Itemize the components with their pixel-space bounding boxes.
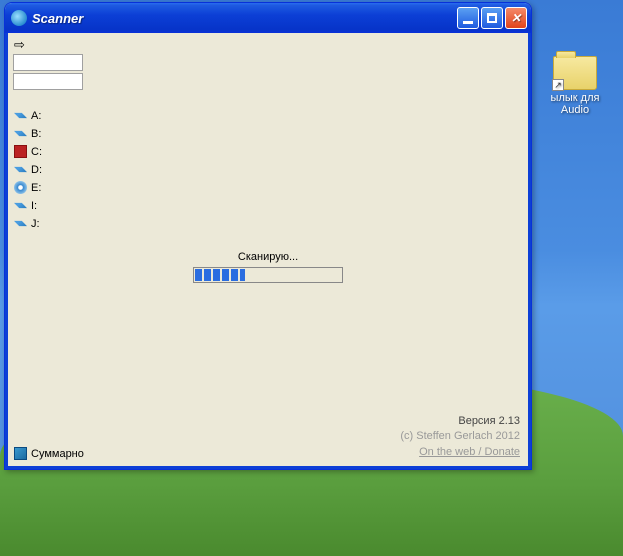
summary-toggle[interactable]: Суммарно [14,447,84,460]
drive-label: J: [31,218,40,230]
drive-label: C: [31,146,42,158]
shortcut-arrow-icon: ↗ [552,79,564,91]
drive-item[interactable]: B: [14,127,42,140]
minimize-icon [463,21,473,24]
close-icon: ✕ [511,11,521,25]
drive-label: E: [31,182,41,194]
cd-icon [14,181,27,194]
drive-item[interactable]: D: [14,163,42,176]
drive-label: B: [31,128,41,140]
drive-label: D: [31,164,42,176]
drive-list: A: B: C: D: E: I: J: [14,109,42,230]
drive-item[interactable]: J: [14,217,42,230]
drive-item[interactable]: E: [14,181,42,194]
summary-label: Суммарно [31,448,84,460]
drive-label: I: [31,200,37,212]
drive-item[interactable]: I: [14,199,42,212]
path-field-2[interactable] [13,73,83,90]
maximize-button[interactable] [481,7,503,29]
remov-icon [14,199,27,212]
version-label: Версия 2.13 [400,414,520,429]
remov-icon [14,109,27,122]
scanner-window: Scanner ✕ ⇨ A: B: C: D: E: I: J: Сканирую... С… [4,2,532,470]
progress-fill [195,269,245,281]
minimize-button[interactable] [457,7,479,29]
scan-status: Сканирую... [193,251,343,283]
maximize-icon [487,13,497,23]
drive-item[interactable]: A: [14,109,42,122]
progress-bar [193,267,343,283]
titlebar[interactable]: Scanner ✕ [5,3,531,33]
hdd-icon [14,145,27,158]
copyright-label: (c) Steffen Gerlach 2012 [400,429,520,444]
window-title: Scanner [32,11,455,26]
scan-label: Сканирую... [193,251,343,263]
donate-link[interactable]: On the web / Donate [400,445,520,460]
desktop-shortcut[interactable]: ↗ ылык для Audio [545,56,605,116]
client-area: ⇨ A: B: C: D: E: I: J: Сканирую... Суммарно Ве… [5,33,531,469]
close-button[interactable]: ✕ [505,7,527,29]
remov-icon [14,127,27,140]
summary-icon [14,447,27,460]
desktop-shortcut-label: ылык для Audio [545,92,605,116]
app-icon [11,10,27,26]
drive-item[interactable]: C: [14,145,42,158]
remov-icon [14,217,27,230]
folder-icon: ↗ [553,56,597,90]
drive-label: A: [31,110,41,122]
back-arrow-icon[interactable]: ⇨ [14,37,25,53]
remov-icon [14,163,27,176]
footer: Версия 2.13 (c) Steffen Gerlach 2012 On … [400,414,520,460]
path-field-1[interactable] [13,54,83,71]
